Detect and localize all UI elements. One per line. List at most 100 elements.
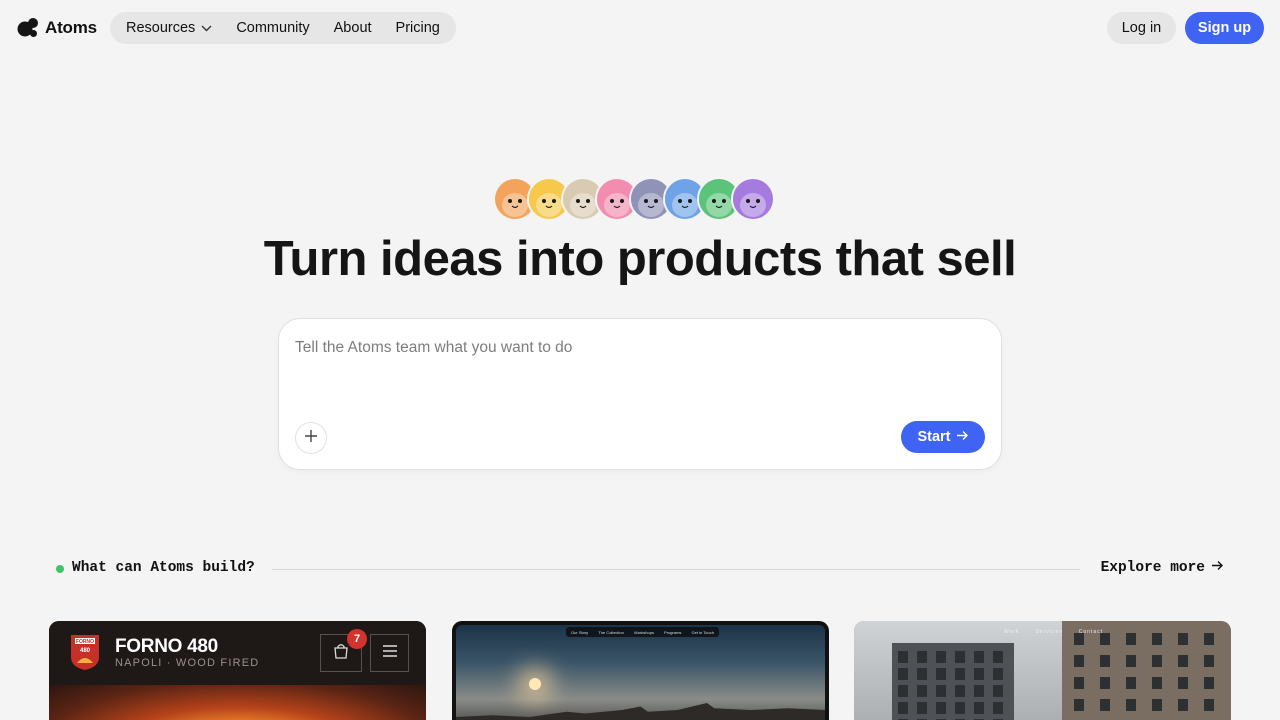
building-window [955, 685, 965, 697]
mini-nav-item: The Collection [598, 629, 624, 635]
building-window [1126, 699, 1136, 711]
building-left [892, 643, 1014, 720]
sun [529, 678, 541, 690]
prompt-input[interactable] [295, 339, 985, 357]
nav-item-about[interactable]: About [334, 20, 372, 36]
building-window [1152, 655, 1162, 667]
mini-nav-item: Contact [1078, 629, 1103, 635]
building-window [1178, 633, 1188, 645]
building-window [898, 651, 908, 663]
building-window [898, 702, 908, 714]
explore-more-label: Explore more [1100, 560, 1205, 576]
building-window [993, 685, 1003, 697]
building-window [898, 668, 908, 680]
showcase-card-city[interactable]: Our Story The Collection Workshops Programs… [452, 621, 829, 720]
divider [272, 569, 1080, 570]
city-sunset-image: Our Story The Collection Workshops Programs… [456, 625, 825, 720]
building-window [898, 685, 908, 697]
building-window [1152, 699, 1162, 711]
building-window [1100, 677, 1110, 689]
building-right [1062, 621, 1231, 720]
nav-item-community[interactable]: Community [236, 20, 309, 36]
building-window [1126, 633, 1136, 645]
explore-more-link[interactable]: Explore more [1101, 560, 1224, 576]
building-window [1204, 677, 1214, 689]
building-window [1126, 655, 1136, 667]
building-window [974, 651, 984, 663]
building-window [1178, 677, 1188, 689]
mini-nav-item: Services [1035, 629, 1063, 635]
nav-item-pricing[interactable]: Pricing [396, 20, 440, 36]
card-mini-nav: Work Services Contact [1004, 629, 1103, 635]
menu-button[interactable] [370, 634, 409, 672]
building-window [993, 702, 1003, 714]
card-site-subtitle: NAPOLI · WOOD FIRED [115, 657, 260, 669]
building-window [993, 651, 1003, 663]
building-window [1100, 699, 1110, 711]
building-window [1178, 655, 1188, 667]
plus-icon [304, 429, 318, 448]
building-window [955, 651, 965, 663]
signup-button[interactable]: Sign up [1185, 12, 1264, 44]
pizza-logo: FORNO 480 [69, 633, 101, 671]
mini-nav-item: Workshops [634, 629, 654, 635]
building-window [993, 668, 1003, 680]
showcase-header: What can Atoms build? Explore more [56, 560, 1224, 578]
showcase-card-pizza[interactable]: FORNO 480 FORNO 480 NAPOLI · WOOD FIRED … [49, 621, 426, 720]
arrow-right-icon [1211, 560, 1224, 576]
building-window [1152, 633, 1162, 645]
svg-text:480: 480 [80, 648, 91, 654]
building-window [936, 651, 946, 663]
prompt-box: Start [278, 318, 1002, 470]
building-window [917, 668, 927, 680]
nav-item-label: Resources [126, 20, 196, 36]
building-window [1100, 655, 1110, 667]
agent-avatar-group [493, 177, 783, 221]
building-window [974, 702, 984, 714]
showcase-card-architecture[interactable]: Work Services Contact [854, 621, 1231, 720]
card-mini-nav: Our Story The Collection Workshops Programs… [566, 627, 719, 637]
svg-text:FORNO: FORNO [76, 639, 94, 645]
start-button-label: Start [917, 429, 951, 445]
card-site-name: FORNO 480 [115, 636, 218, 657]
building-window [1074, 677, 1084, 689]
building-window [1178, 699, 1188, 711]
showcase-title: What can Atoms build? [72, 560, 255, 576]
status-dot [56, 565, 64, 573]
card-site-header: FORNO 480 FORNO 480 NAPOLI · WOOD FIRED … [49, 621, 426, 685]
building-window [917, 685, 927, 697]
attach-button[interactable] [295, 422, 327, 454]
building-window [1074, 699, 1084, 711]
building-window [917, 651, 927, 663]
mini-nav-item: Get in Touch [691, 629, 714, 635]
nav-item-resources[interactable]: Resources [126, 20, 212, 36]
building-window [955, 702, 965, 714]
atoms-logo-icon [17, 17, 39, 39]
building-window [936, 685, 946, 697]
building-window [1204, 633, 1214, 645]
menu-icon [382, 644, 398, 662]
building-window [955, 668, 965, 680]
login-button[interactable]: Log in [1107, 12, 1176, 44]
building-window [936, 668, 946, 680]
building-window [1126, 677, 1136, 689]
building-window [936, 702, 946, 714]
building-window [1074, 655, 1084, 667]
oven-fire-image [49, 685, 426, 720]
mini-nav-item: Work [1004, 629, 1020, 635]
building-window [974, 685, 984, 697]
mini-nav-item: Our Story [571, 629, 589, 635]
building-window [1152, 677, 1162, 689]
mini-nav-item: Programs [664, 629, 682, 635]
brand-name: Atoms [45, 18, 97, 37]
arrow-right-icon [956, 429, 969, 445]
cart-icon [333, 643, 349, 664]
building-window [1204, 699, 1214, 711]
main-nav: Resources Community About Pricing [110, 12, 456, 44]
agent-avatar [731, 177, 775, 221]
start-button[interactable]: Start [901, 421, 985, 453]
building-window [1204, 655, 1214, 667]
building-window [974, 668, 984, 680]
skyline [456, 703, 825, 720]
brand-logo[interactable]: Atoms [17, 17, 97, 39]
